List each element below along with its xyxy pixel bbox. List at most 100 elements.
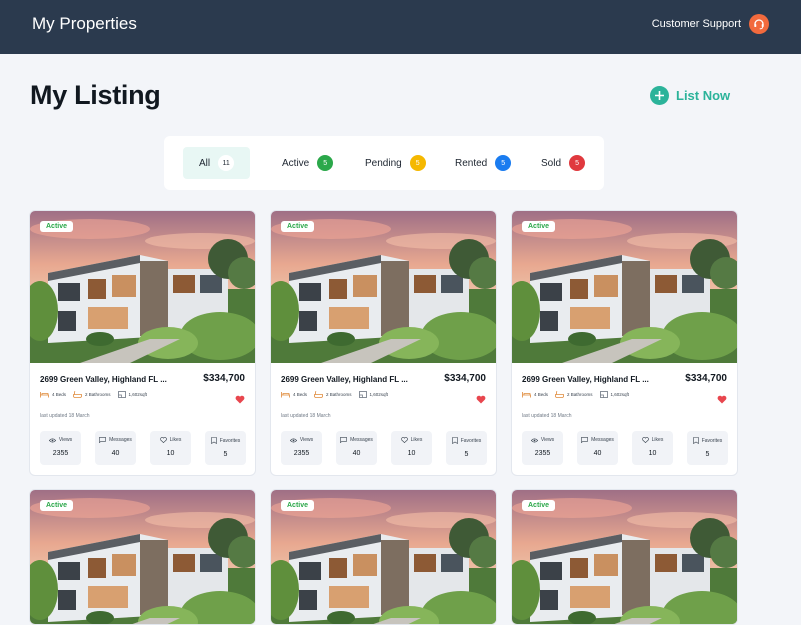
status-filter-bar: All 11 Active 5 Pending 5 Rented 5 Sold … bbox=[164, 136, 604, 190]
area-spec: 1,602sqft bbox=[358, 391, 388, 398]
listing-card[interactable]: Active bbox=[29, 489, 256, 625]
plus-circle-icon bbox=[650, 86, 669, 105]
stat-value: 5 bbox=[223, 451, 228, 458]
stat-views[interactable]: Views 2355 bbox=[522, 431, 563, 465]
bed-icon bbox=[522, 392, 531, 398]
stat-favorites[interactable]: Favorites 5 bbox=[205, 431, 246, 465]
stat-views[interactable]: Views 2355 bbox=[40, 431, 81, 465]
beds-spec: 4 Beds bbox=[281, 391, 307, 398]
filter-tab-sold[interactable]: Sold 5 bbox=[541, 147, 586, 179]
heart-outline-icon bbox=[641, 437, 649, 443]
property-address: 2699 Green Valley, Highland FL ... bbox=[281, 375, 408, 384]
stat-likes[interactable]: Likes 10 bbox=[632, 431, 673, 465]
stat-views[interactable]: Views 2355 bbox=[281, 431, 322, 465]
baths-label: 2 Bathrooms bbox=[85, 392, 111, 397]
stat-value: 40 bbox=[111, 450, 120, 457]
list-now-button[interactable]: List Now bbox=[650, 86, 730, 105]
top-navigation-bar: My Properties Customer Support bbox=[0, 0, 801, 54]
filter-tab-all[interactable]: All 11 bbox=[183, 147, 250, 179]
filter-tab-label: Rented bbox=[455, 157, 488, 169]
stat-label: Likes bbox=[410, 437, 423, 443]
stat-label: Favorites bbox=[701, 437, 723, 444]
beds-spec: 4 Beds bbox=[522, 391, 548, 398]
listing-card[interactable]: Active 2699 Green Valley, Highland FL ..… bbox=[511, 210, 738, 476]
eye-icon bbox=[289, 438, 297, 442]
listing-card[interactable]: Active 2699 Green Valley, Highland FL ..… bbox=[270, 210, 497, 476]
property-price: $334,700 bbox=[444, 373, 486, 384]
property-photo bbox=[30, 211, 255, 363]
stat-label: Messages bbox=[109, 437, 132, 443]
headset-icon bbox=[749, 14, 769, 34]
listing-card[interactable]: Active 2699 Green Valley, Highland FL ..… bbox=[29, 210, 256, 476]
area-label: 1,602sqft bbox=[610, 392, 630, 397]
baths-spec: 2 Bathrooms bbox=[314, 391, 352, 398]
property-photo bbox=[512, 211, 737, 363]
filter-tab-label: Pending bbox=[365, 157, 402, 169]
favorite-heart-icon[interactable] bbox=[717, 391, 727, 409]
stat-likes[interactable]: Likes 10 bbox=[391, 431, 432, 465]
bathtub-icon bbox=[314, 391, 323, 398]
property-photo bbox=[271, 211, 496, 363]
stat-messages[interactable]: Messages 40 bbox=[336, 431, 377, 465]
stat-value: 2355 bbox=[293, 450, 310, 457]
filter-tab-rented[interactable]: Rented 5 bbox=[455, 147, 512, 179]
baths-spec: 2 Bathrooms bbox=[73, 391, 111, 398]
stat-value: 5 bbox=[464, 451, 469, 458]
listing-stats: Views 2355 Messages 40 Likes 10 Favorite… bbox=[281, 431, 487, 465]
stat-messages[interactable]: Messages 40 bbox=[95, 431, 136, 465]
stat-favorites[interactable]: Favorites 5 bbox=[446, 431, 487, 465]
page-title: My Listing bbox=[30, 80, 161, 110]
status-badge: Active bbox=[522, 221, 556, 232]
stat-messages[interactable]: Messages 40 bbox=[577, 431, 618, 465]
property-specs: 4 Beds 2 Bathrooms 1,602sqft bbox=[281, 391, 388, 398]
stat-value: 10 bbox=[648, 450, 657, 457]
filter-count-badge: 5 bbox=[569, 155, 586, 171]
eye-icon bbox=[530, 438, 538, 442]
stat-label: Messages bbox=[591, 437, 614, 443]
stat-value: 5 bbox=[705, 451, 710, 458]
stat-value: 2355 bbox=[52, 450, 69, 457]
property-price: $334,700 bbox=[685, 373, 727, 384]
message-icon bbox=[340, 437, 347, 443]
favorite-heart-icon[interactable] bbox=[235, 391, 245, 409]
filter-tab-label: Active bbox=[282, 157, 310, 169]
favorite-heart-icon[interactable] bbox=[476, 391, 486, 409]
stat-value: 10 bbox=[407, 450, 416, 457]
filter-tab-pending[interactable]: Pending 5 bbox=[365, 147, 426, 179]
stat-value: 2355 bbox=[534, 450, 551, 457]
stat-label: Views bbox=[540, 437, 555, 443]
listing-card[interactable]: Active bbox=[270, 489, 497, 625]
area-label: 1,602sqft bbox=[128, 392, 148, 397]
stat-likes[interactable]: Likes 10 bbox=[150, 431, 191, 465]
bookmark-icon bbox=[210, 437, 217, 444]
beds-label: 4 Beds bbox=[52, 392, 67, 397]
bathtub-icon bbox=[555, 391, 564, 398]
filter-count-badge: 5 bbox=[495, 155, 512, 171]
filter-tab-active[interactable]: Active 5 bbox=[282, 147, 334, 179]
filter-count-badge: 5 bbox=[317, 155, 334, 171]
bathtub-icon bbox=[73, 391, 82, 398]
stat-value: 40 bbox=[593, 450, 602, 457]
last-updated: last updated 18 March bbox=[281, 413, 331, 419]
filter-tab-label: All bbox=[199, 157, 211, 169]
filter-tab-label: Sold bbox=[541, 157, 562, 169]
stat-value: 10 bbox=[166, 450, 175, 457]
customer-support-button[interactable]: Customer Support bbox=[652, 14, 769, 34]
listing-stats: Views 2355 Messages 40 Likes 10 Favorite… bbox=[522, 431, 728, 465]
status-badge: Active bbox=[40, 221, 74, 232]
beds-label: 4 Beds bbox=[534, 392, 549, 397]
bed-icon bbox=[281, 392, 290, 398]
heart-outline-icon bbox=[159, 437, 167, 443]
baths-label: 2 Bathrooms bbox=[567, 392, 593, 397]
stat-label: Favorites bbox=[219, 437, 241, 444]
area-icon bbox=[358, 391, 367, 398]
listing-stats: Views 2355 Messages 40 Likes 10 Favorite… bbox=[40, 431, 246, 465]
heart-outline-icon bbox=[400, 437, 408, 443]
list-now-label: List Now bbox=[676, 88, 731, 103]
beds-spec: 4 Beds bbox=[40, 391, 66, 398]
last-updated: last updated 18 March bbox=[40, 413, 90, 419]
listing-card[interactable]: Active bbox=[511, 489, 738, 625]
stat-favorites[interactable]: Favorites 5 bbox=[687, 431, 728, 465]
area-icon bbox=[599, 391, 608, 398]
status-badge: Active bbox=[281, 221, 315, 232]
